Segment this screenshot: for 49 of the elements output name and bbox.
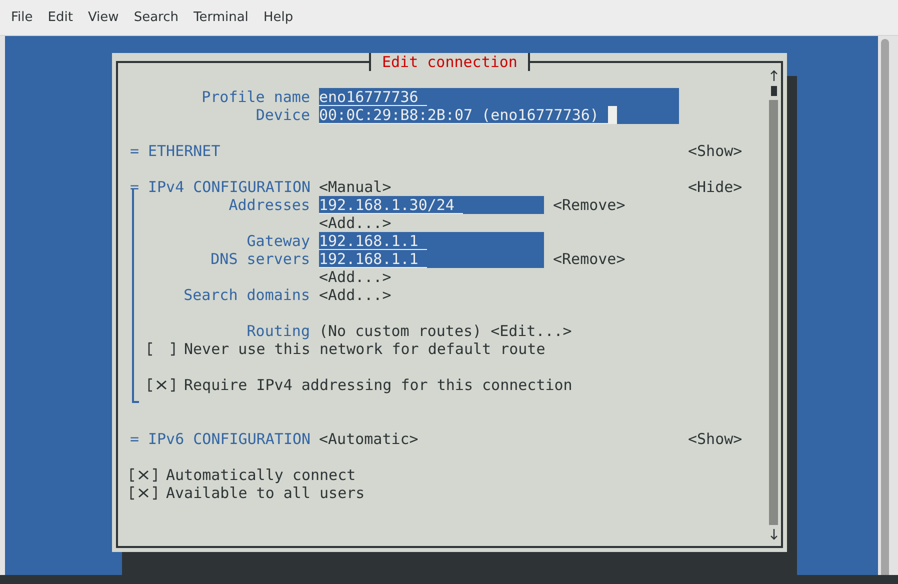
menu-item[interactable]: Help: [257, 6, 300, 29]
menu-item[interactable]: Search: [128, 6, 184, 29]
mode-dropdown[interactable]: <Manual>: [319, 178, 392, 196]
window-title: Edit connection: [369, 53, 530, 71]
scroll-up-icon[interactable]: [770, 70, 778, 82]
remove-button[interactable]: <Remove>: [553, 250, 626, 268]
section-heading: IPv6 CONFIGURATION: [148, 430, 311, 448]
add-button[interactable]: <Add...>: [319, 214, 392, 232]
checkbox[interactable]: [130, 468, 157, 482]
checkbox-label: Available to all users: [166, 484, 365, 502]
input-field[interactable]: 192.168.1.1: [319, 250, 544, 268]
checkbox[interactable]: [148, 342, 175, 356]
toggle-button[interactable]: <Show>: [688, 430, 769, 448]
toggle-button[interactable]: <Show>: [688, 142, 769, 160]
input-field[interactable]: 00:0C:29:B8:2B:07 (eno16777736): [319, 106, 679, 124]
field-label: Device: [256, 106, 311, 124]
menu-item[interactable]: Terminal: [187, 6, 254, 29]
add-button[interactable]: <Add...>: [319, 286, 392, 304]
input-field[interactable]: 192.168.1.30/24: [319, 196, 544, 214]
checkbox-label: Require IPv4 addressing for this connection: [184, 376, 572, 394]
checkbox-label: Never use this network for default route: [184, 340, 546, 358]
section-marker: =: [130, 142, 140, 160]
input-field[interactable]: eno16777736: [319, 88, 679, 106]
field-label: DNS servers: [210, 250, 311, 268]
menu-item[interactable]: View: [82, 6, 125, 29]
mode-dropdown[interactable]: <Automatic>: [319, 430, 418, 448]
field-label: Addresses: [228, 196, 311, 214]
section-marker: =: [130, 430, 140, 448]
scrollbar-thumb[interactable]: [881, 39, 889, 575]
field-label: Gateway: [246, 232, 311, 250]
field-label: Profile name: [202, 88, 311, 106]
toggle-button[interactable]: <Hide>: [688, 178, 769, 196]
add-button[interactable]: <Add...>: [319, 268, 392, 286]
routing-value: (No custom routes): [319, 322, 482, 340]
scroll-thumb[interactable]: [770, 86, 776, 96]
field-label: Search domains: [184, 286, 311, 304]
menu-item[interactable]: Edit: [42, 6, 79, 29]
remove-button[interactable]: <Remove>: [553, 196, 626, 214]
section-heading: ETHERNET: [148, 142, 220, 160]
checkbox[interactable]: [130, 486, 157, 500]
scroll-down-icon[interactable]: [770, 528, 778, 540]
input-field[interactable]: 192.168.1.1: [319, 232, 544, 250]
field-label: Routing: [246, 322, 311, 340]
checkbox[interactable]: [148, 378, 175, 392]
menu-item[interactable]: File: [5, 6, 39, 29]
edit-button[interactable]: <Edit...>: [490, 322, 572, 340]
section-heading: IPv4 CONFIGURATION: [148, 178, 311, 196]
checkbox-label: Automatically connect: [166, 466, 356, 484]
section-marker: =: [130, 178, 140, 196]
